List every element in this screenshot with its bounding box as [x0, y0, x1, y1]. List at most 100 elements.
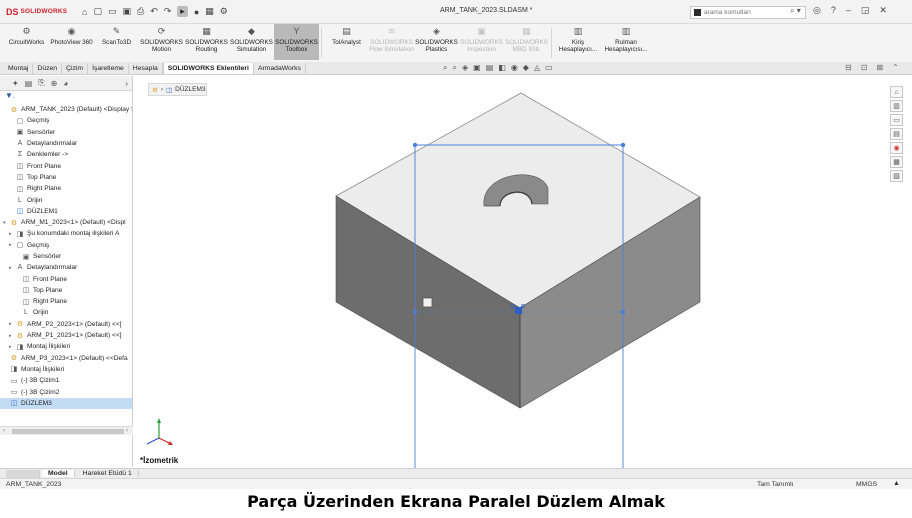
ribbon-button[interactable]: ◉ PhotoView 360	[49, 24, 94, 46]
tree-node[interactable]: ◫ Front Plane	[0, 160, 132, 171]
window-control-icon[interactable]: ?	[831, 5, 836, 16]
status-units[interactable]: MMGS	[856, 481, 877, 488]
tree-expand-icon[interactable]: ▸	[9, 333, 14, 339]
tree-node[interactable]: ▭ (-) 3B Çizim1	[0, 375, 132, 386]
tree-node[interactable]: ◫ Top Plane	[0, 285, 132, 296]
display-style-icon[interactable]: ◧	[498, 63, 506, 73]
quick-access-icon[interactable]: ●	[194, 7, 199, 17]
command-tab[interactable]: İşaretleme	[88, 63, 129, 74]
zoom-fit-icon[interactable]: ⌕	[443, 63, 447, 73]
forum-icon[interactable]: ▧	[890, 170, 903, 182]
plane-flyout-tree[interactable]: ⚙ › ◫ DÜZLEM3	[148, 83, 207, 96]
quick-access-icon[interactable]: ▦	[205, 6, 214, 17]
tree-node[interactable]: ▸ ◨ Şu konumdaki montaj ilişkileri A	[0, 228, 132, 239]
tree-node[interactable]: ◫ DÜZLEM1	[0, 206, 132, 217]
scroll-right-icon[interactable]: ›	[126, 428, 128, 434]
display-manager-tab-icon[interactable]: ◕	[63, 79, 68, 88]
tree-node[interactable]: ◫ DÜZLEM3	[0, 397, 132, 410]
ribbon-button[interactable]: ▦ SOLIDWORKS Routing	[184, 24, 229, 53]
search-box[interactable]: arama komutları	[690, 6, 806, 19]
tree-node[interactable]: ▣ Sensörler	[0, 251, 132, 262]
plane-handle-mid-left[interactable]	[412, 309, 418, 315]
dimxpert-tab-icon[interactable]: ⊕	[51, 79, 58, 88]
tree-expand-icon[interactable]: ▸	[9, 265, 14, 271]
model-tab[interactable]	[6, 469, 40, 478]
feature-manager-tab-icon[interactable]: ✦	[12, 79, 19, 88]
tree-node[interactable]: ▸ A Detaylandırmalar	[0, 262, 132, 273]
panel-expand-icon[interactable]: ›	[125, 79, 128, 88]
view-settings-icon[interactable]: ▭	[545, 63, 553, 73]
scene-icon[interactable]: ◬	[534, 63, 540, 73]
tree-node[interactable]: Σ Denklemler ->	[0, 149, 132, 160]
tree-expand-icon[interactable]: ▸	[9, 231, 14, 237]
previous-view-icon[interactable]: ◈	[462, 63, 468, 73]
tree-node[interactable]: ◨ Montaj İlişkileri	[0, 364, 132, 375]
appearance-icon[interactable]: ◆	[523, 63, 529, 73]
view-orientation-icon[interactable]: ▤	[486, 63, 494, 73]
tree-node[interactable]: ▾ ⚙ ARM_M1_2023<1> (Default) <Displ	[0, 217, 132, 228]
quick-access-icon[interactable]: ↶	[150, 6, 158, 17]
ribbon-button[interactable]: ≋ SOLIDWORKS Flow Simulation	[369, 24, 414, 53]
panel-horizontal-scrollbar[interactable]: ‹ ›	[0, 426, 133, 435]
solidworks-resources-icon[interactable]: ⌂	[890, 86, 903, 98]
command-tab[interactable]: Düzen	[33, 63, 63, 74]
window-control-icon[interactable]: –	[846, 5, 851, 16]
command-tab[interactable]: Montaj	[4, 63, 34, 74]
tile-icon[interactable]: ⊟	[845, 63, 852, 72]
scrollbar-thumb[interactable]	[12, 429, 124, 434]
quick-access-icon[interactable]: ⎙	[137, 6, 144, 17]
graphics-area[interactable]	[134, 76, 890, 468]
collapse-ribbon-icon[interactable]: ⌃	[892, 63, 899, 72]
tree-node[interactable]: ◫ Top Plane	[0, 172, 132, 183]
tree-node[interactable]: ◫ Right Plane	[0, 183, 132, 194]
view-palette-icon[interactable]: ▤	[890, 128, 903, 140]
tree-node[interactable]: ▸ ⚙ ARM_P1_2023<1> (Default) <<[	[0, 330, 132, 341]
tree-expand-icon[interactable]: ▸	[9, 344, 14, 350]
plane-handle-top-right[interactable]	[620, 142, 626, 148]
zoom-area-icon[interactable]: ⌕	[452, 63, 456, 73]
custom-properties-icon[interactable]: ▦	[890, 156, 903, 168]
file-explorer-icon[interactable]: ▭	[890, 114, 903, 126]
ribbon-button[interactable]: ⚙ CircuitWorks	[4, 24, 49, 46]
hide-show-icon[interactable]: ◉	[511, 63, 518, 73]
quick-access-icon[interactable]: ▣	[122, 6, 131, 17]
ribbon-button[interactable]: ✎ ScanTo3D	[94, 24, 139, 46]
tree-node[interactable]: ▢ Geçmiş	[0, 115, 132, 126]
tree-node[interactable]: ▸ ▢ Geçmiş	[0, 240, 132, 251]
search-icon[interactable]: ⌕ ▾	[790, 6, 801, 16]
quick-access-icon[interactable]: ⌂	[82, 7, 87, 17]
command-tab[interactable]: ArmadaWorks	[254, 63, 306, 74]
app-logo[interactable]: DS SOLIDWORKS	[0, 7, 82, 17]
ribbon-button[interactable]: ▦ SOLIDWORKS MBD SNL	[504, 24, 549, 53]
tree-node[interactable]: L Orijin	[0, 194, 132, 205]
window-control-icon[interactable]: ◲	[861, 5, 870, 16]
command-tab[interactable]: SOLIDWORKS Eklentileri	[162, 63, 254, 74]
scroll-left-icon[interactable]: ‹	[3, 428, 5, 434]
quick-access-icon[interactable]: ▸	[177, 6, 188, 17]
tree-node[interactable]: ▭ (-) 3B Çizim2	[0, 386, 132, 397]
appearances-icon[interactable]: ◉	[890, 142, 903, 154]
restore-icon[interactable]: ⊡	[861, 63, 868, 72]
configuration-manager-tab-icon[interactable]: ⎘	[38, 78, 44, 88]
quick-access-icon[interactable]: ⚙	[220, 6, 228, 17]
quick-access-icon[interactable]: ▢	[93, 6, 102, 17]
ribbon-button[interactable]: ▥ Rulman Hesaplayıcısı...	[602, 24, 650, 53]
ribbon-button[interactable]: Y SOLIDWORKS Toolbox	[274, 24, 319, 60]
search-input[interactable]: arama komutları	[704, 9, 751, 16]
quick-access-icon[interactable]: ▭	[108, 6, 117, 17]
tree-node[interactable]: ▸ ◨ Montaj İlişkileri	[0, 341, 132, 352]
section-view-icon[interactable]: ▣	[473, 63, 481, 73]
plane-origin-marker[interactable]	[515, 307, 522, 314]
ribbon-button[interactable]: ▥ Kiriş Hesaplayıcı...	[554, 24, 602, 53]
tree-node[interactable]: ◫ Right Plane	[0, 296, 132, 307]
tree-node[interactable]: ▸ ⚙ ARM_P2_2023<1> (Default) <<[	[0, 319, 132, 330]
model-tab[interactable]: Hareket Etüdü 1	[77, 470, 139, 477]
tree-node[interactable]: A Detaylandırmalar	[0, 138, 132, 149]
window-control-icon[interactable]: ✕	[879, 5, 887, 16]
quick-access-icon[interactable]: ↷	[164, 6, 172, 17]
plane-handle-mid-right[interactable]	[620, 309, 626, 315]
tree-expand-icon[interactable]: ▾	[3, 220, 8, 226]
tree-expand-icon[interactable]: ▸	[9, 321, 14, 327]
ribbon-button[interactable]: ◆ SOLIDWORKS Simulation	[229, 24, 274, 53]
ribbon-button[interactable]: ⟳ SOLIDWORKS Motion	[139, 24, 184, 53]
